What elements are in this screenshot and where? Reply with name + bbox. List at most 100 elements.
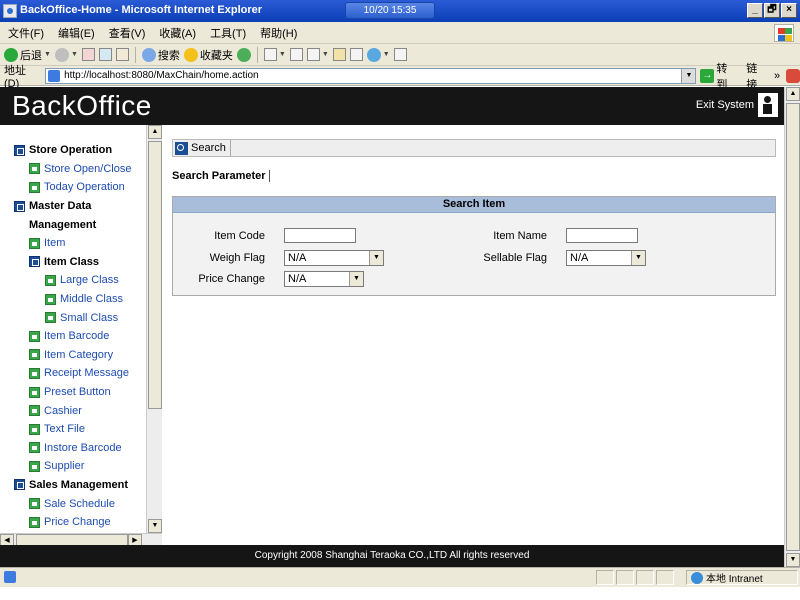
discuss-icon[interactable] [332, 48, 346, 61]
sidebar-item-label: Supplier [44, 460, 85, 473]
restore-button[interactable]: 🗗 [764, 3, 780, 18]
sidebar-item-sales-management: Sales Management [0, 476, 148, 495]
status-cell [616, 570, 634, 585]
mail-dropdown-icon: ▼ [278, 51, 286, 58]
mail-icon[interactable] [263, 48, 277, 61]
page-scroll-up-button[interactable]: ▲ [786, 87, 800, 101]
sidebar-item-cashier[interactable]: Cashier [0, 401, 148, 420]
sidebar-item-store-open-close[interactable]: Store Open/Close [0, 160, 148, 179]
document-icon [29, 367, 40, 379]
folder-icon [14, 479, 25, 491]
menu-bar: 文件(F) 编辑(E) 查看(V) 收藏(A) 工具(T) 帮助(H) [0, 22, 800, 44]
home-icon[interactable] [115, 48, 129, 61]
links-more-icon[interactable]: » [774, 70, 780, 82]
menu-file[interactable]: 文件(F) [8, 25, 44, 41]
address-url: http://localhost:8080/MaxChain/home.acti… [64, 70, 259, 81]
sidebar-vertical-scrollbar[interactable]: ▲ ▼ [146, 125, 162, 533]
scroll-thumb[interactable] [148, 141, 162, 409]
sidebar-item-receipt-message[interactable]: Receipt Message [0, 364, 148, 383]
address-input[interactable]: http://localhost:8080/MaxChain/home.acti… [45, 67, 697, 84]
weigh-flag-select[interactable]: N/A ▼ [284, 250, 384, 266]
history-icon[interactable] [236, 47, 251, 62]
window-title: BackOffice-Home - Microsoft Internet Exp… [20, 4, 263, 16]
page-scroll-down-button[interactable]: ▼ [786, 553, 800, 567]
search-toolbar-button[interactable]: 搜索 [141, 47, 180, 63]
minimize-button[interactable]: _ [747, 3, 763, 18]
favorites-button[interactable]: 收藏夹 [183, 47, 233, 63]
sidebar-item-instore-barcode[interactable]: Instore Barcode [0, 439, 148, 458]
search-item-panel: Search Item Item Code Item Name Weigh Fl… [172, 196, 776, 296]
chevron-down-icon: ▼ [631, 251, 645, 265]
sidebar-item-item[interactable]: Item [0, 234, 148, 253]
addon-icon[interactable] [786, 68, 800, 83]
menu-view[interactable]: 查看(V) [109, 25, 146, 41]
menu-favorites[interactable]: 收藏(A) [159, 25, 196, 41]
forward-button[interactable]: ▼ [54, 47, 78, 62]
scroll-up-button[interactable]: ▲ [148, 125, 162, 139]
sidebar-item-store-operation: Store Operation [0, 141, 148, 160]
search-parameter-title: Search Parameter [172, 170, 270, 182]
exit-label: Exit System [695, 99, 754, 111]
sidebar-item-preset-button[interactable]: Preset Button [0, 383, 148, 402]
sidebar-item-price-change[interactable]: Price Change [0, 513, 148, 532]
scroll-down-button[interactable]: ▼ [148, 519, 162, 533]
document-icon [29, 163, 40, 175]
back-dropdown-icon: ▼ [44, 51, 51, 58]
exit-person-icon [758, 93, 778, 117]
menu-edit[interactable]: 编辑(E) [58, 25, 95, 41]
window-title-bar: BackOffice-Home - Microsoft Internet Exp… [0, 0, 800, 22]
exit-system-link[interactable]: Exit System [696, 93, 778, 117]
sidebar-item-sale-schedule[interactable]: Sale Schedule [0, 494, 148, 513]
address-dropdown-icon[interactable]: ▼ [681, 68, 696, 83]
research-icon[interactable] [349, 48, 363, 61]
sidebar-item-small-class[interactable]: Small Class [0, 308, 148, 327]
sidebar-item-label: Receipt Message [44, 367, 129, 380]
search-button[interactable]: Search [173, 140, 231, 156]
window-controls: _ 🗗 × [747, 3, 797, 18]
menu-help[interactable]: 帮助(H) [260, 25, 297, 41]
clock-badge: 10/20 15:35 [345, 2, 435, 19]
sidebar-nav: Store Operation Store Open/Close Today Ope… [0, 141, 148, 531]
document-icon [29, 516, 40, 528]
document-icon [45, 312, 56, 324]
document-icon [29, 237, 40, 249]
sidebar-item-label: Middle Class [60, 293, 123, 306]
sidebar-item-label: Today Operation [44, 181, 125, 194]
item-name-input[interactable] [566, 228, 638, 243]
folder-icon [29, 256, 40, 268]
edit-icon[interactable] [306, 48, 320, 61]
sidebar-item-item-class[interactable]: Item Class [0, 253, 148, 272]
sidebar-item-supplier[interactable]: Supplier [0, 457, 148, 476]
back-button[interactable]: 后退 ▼ [4, 47, 51, 63]
price-change-select[interactable]: N/A ▼ [284, 271, 364, 287]
favorites-label: 收藏夹 [199, 49, 233, 62]
sidebar-item-large-class[interactable]: Large Class [0, 271, 148, 290]
tools-icon[interactable] [393, 48, 407, 61]
stop-icon[interactable] [81, 48, 95, 61]
page-scroll-thumb[interactable] [786, 103, 800, 551]
windows-logo-icon [774, 24, 794, 42]
toolbar-separator [256, 46, 258, 63]
page-icon [48, 69, 61, 82]
sidebar-item-item-barcode[interactable]: Item Barcode [0, 327, 148, 346]
page-vertical-scrollbar[interactable]: ▲ ▼ [784, 87, 800, 567]
close-button[interactable]: × [781, 3, 797, 18]
sidebar-item-item-category[interactable]: Item Category [0, 346, 148, 365]
refresh-icon[interactable] [98, 48, 112, 61]
sidebar-item-today-operation[interactable]: Today Operation [0, 178, 148, 197]
intranet-globe-icon [691, 571, 703, 584]
document-icon [29, 405, 40, 417]
print-icon[interactable] [289, 48, 303, 61]
messenger-icon[interactable] [366, 47, 381, 62]
sidebar-item-label: Preset Button [44, 386, 111, 399]
folder-icon [14, 144, 25, 156]
sidebar-item-label: Store Open/Close [44, 162, 132, 175]
sidebar-item-text-file[interactable]: Text File [0, 420, 148, 439]
security-zone: 本地 Intranet [686, 570, 798, 585]
sidebar-item-middle-class[interactable]: Middle Class [0, 290, 148, 309]
sellable-flag-select[interactable]: N/A ▼ [566, 250, 646, 266]
sidebar-item-label: Sales Management [29, 478, 129, 491]
item-code-input[interactable] [284, 228, 356, 243]
sidebar-item-label: Master Data [29, 200, 92, 213]
menu-tools[interactable]: 工具(T) [210, 25, 246, 41]
